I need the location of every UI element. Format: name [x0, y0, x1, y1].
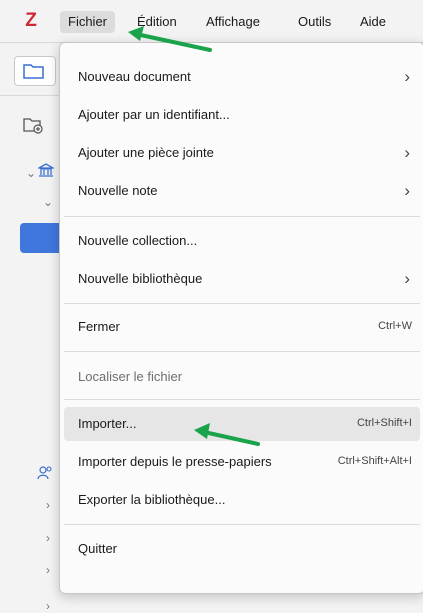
chevron-right-icon[interactable]: ›: [46, 563, 50, 577]
menu-item-new-document[interactable]: Nouveau document ›: [64, 60, 420, 94]
menu-separator: [64, 216, 420, 217]
menu-item-show-file: Localiser le fichier: [64, 360, 420, 394]
shortcut-label: Ctrl+Shift+Alt+I: [337, 455, 412, 467]
menu-item-label: Fermer: [78, 319, 120, 334]
menu-separator: [64, 303, 420, 304]
chevron-right-icon: ›: [404, 181, 410, 200]
chevron-right-icon: ›: [404, 269, 410, 288]
menu-item-label: Nouvelle bibliothèque: [78, 271, 203, 286]
chevron-right-icon: ›: [404, 67, 410, 86]
menu-item-label: Ajouter une pièce jointe: [78, 145, 214, 160]
menu-item-label: Exporter la bibliothèque...: [78, 492, 226, 507]
menu-item-new-library[interactable]: Nouvelle bibliothèque ›: [64, 262, 420, 296]
zotero-logo: Z: [25, 10, 37, 31]
chevron-right-icon[interactable]: ›: [46, 599, 50, 613]
menu-item-add-by-identifier[interactable]: Ajouter par un identifiant...: [64, 98, 420, 132]
chevron-right-icon[interactable]: ›: [46, 531, 50, 545]
menu-item-label: Nouvelle note: [78, 183, 158, 198]
menu-item-close[interactable]: Fermer Ctrl+W: [64, 310, 420, 344]
menu-item-label: Importer...: [78, 416, 137, 431]
shortcut-label: Ctrl+Shift+I: [356, 417, 412, 429]
menu-aide[interactable]: Aide: [352, 11, 394, 33]
menu-outils[interactable]: Outils: [290, 11, 339, 33]
menu-item-label: Localiser le fichier: [78, 369, 183, 384]
chevron-down-icon[interactable]: ⌄: [26, 166, 36, 180]
toolbar-divider: [0, 95, 60, 96]
chevron-right-icon: ›: [404, 143, 410, 162]
menu-item-quit[interactable]: Quitter: [64, 532, 420, 566]
library-icon: [38, 163, 54, 177]
chevron-right-icon[interactable]: ›: [46, 498, 50, 512]
menu-item-new-collection[interactable]: Nouvelle collection...: [64, 224, 420, 258]
menu-item-new-note[interactable]: Nouvelle note ›: [64, 174, 420, 208]
collections-pane: ⌄ ⌄ › › › ›: [0, 43, 60, 613]
group-icon: [37, 466, 52, 480]
menu-separator: [64, 524, 420, 525]
menu-item-label: Importer depuis le presse-papiers: [78, 454, 272, 469]
chevron-down-icon[interactable]: ⌄: [43, 195, 53, 209]
menu-fichier[interactable]: Fichier: [60, 11, 116, 33]
annotation-arrow-icon: [194, 423, 260, 446]
collection-toolbar-button[interactable]: [14, 56, 56, 86]
file-menu: Nouveau document › Ajouter par un identi…: [59, 42, 423, 594]
menu-item-label: Nouvelle collection...: [78, 233, 198, 248]
selected-collection-row[interactable]: [20, 223, 60, 253]
folder-icon: [23, 64, 44, 79]
menu-item-label: Quitter: [78, 541, 118, 556]
menu-item-label: Ajouter par un identifiant...: [78, 107, 230, 122]
menu-separator: [64, 351, 420, 352]
menu-separator: [64, 399, 420, 400]
menu-item-export-library[interactable]: Exporter la bibliothèque...: [64, 483, 420, 517]
menu-item-add-attachment[interactable]: Ajouter une pièce jointe ›: [64, 136, 420, 170]
shortcut-label: Ctrl+W: [378, 320, 412, 332]
menu-item-label: Nouveau document: [78, 69, 191, 84]
new-collection-icon[interactable]: [23, 116, 43, 134]
annotation-arrow-icon: [128, 26, 212, 52]
